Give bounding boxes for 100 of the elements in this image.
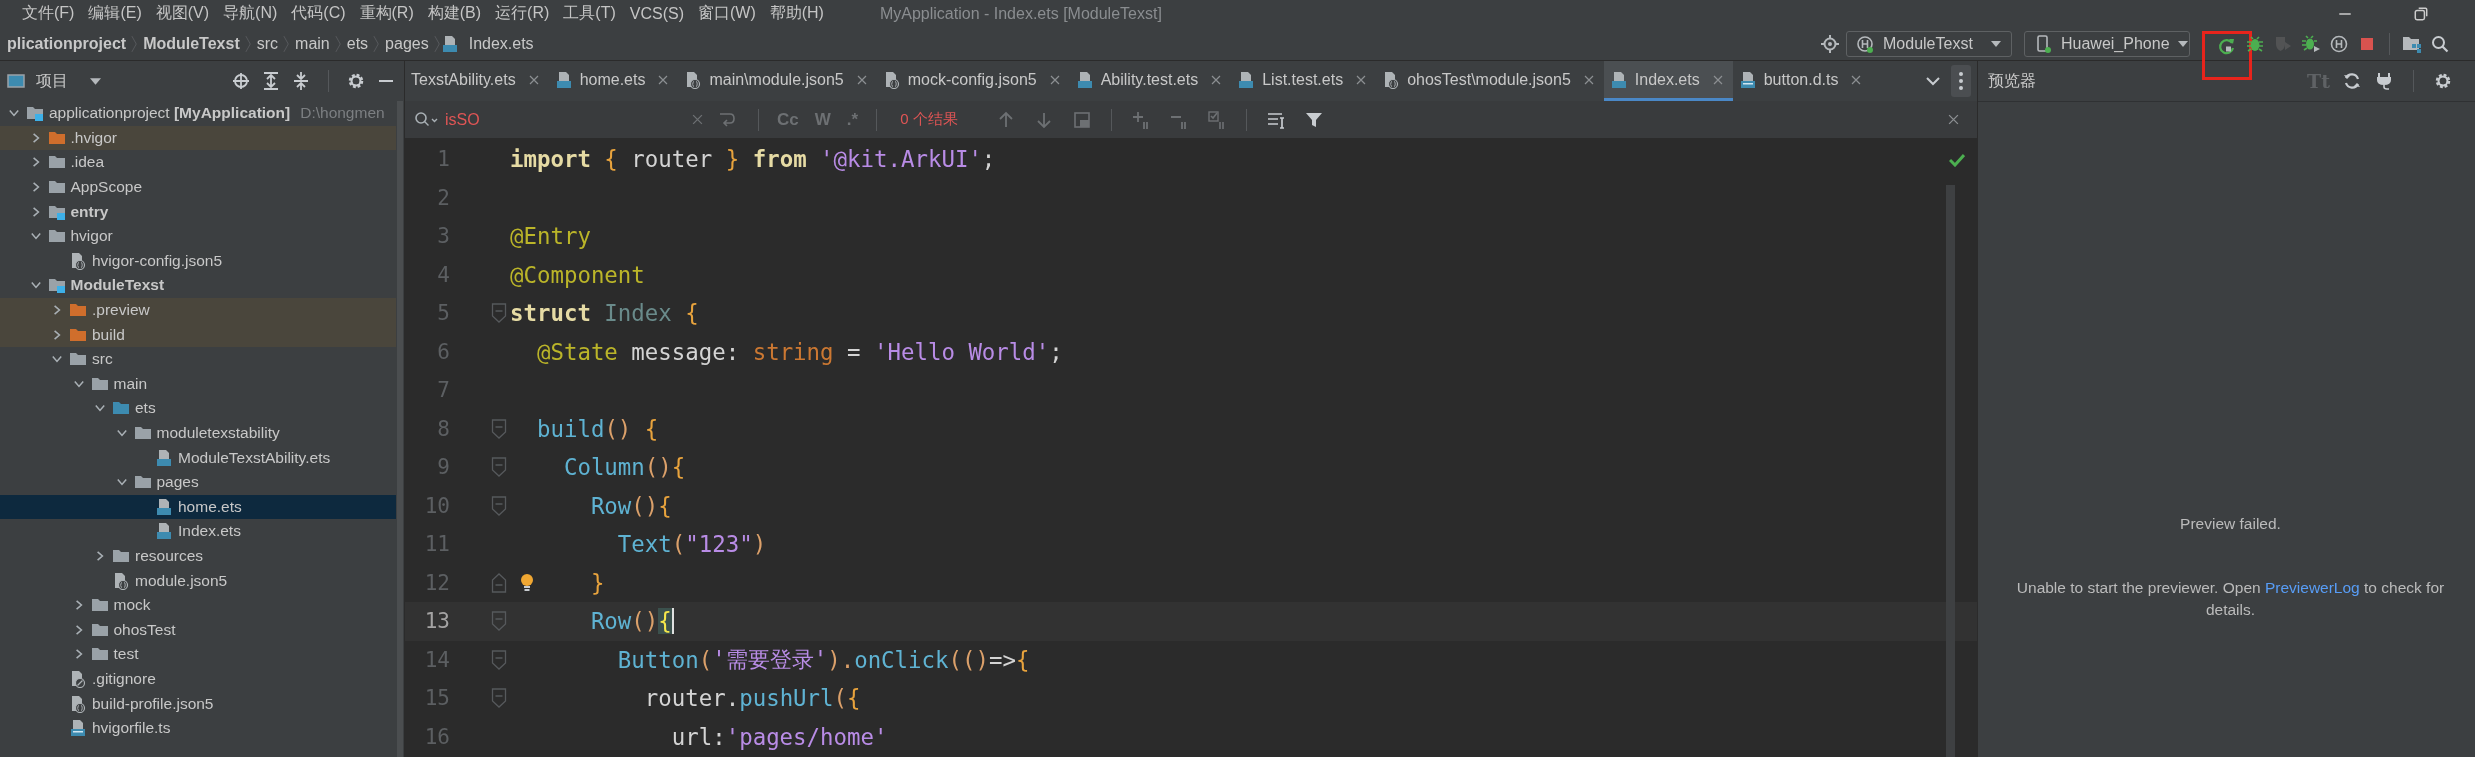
tree-item[interactable]: build — [0, 322, 396, 347]
expand-all-icon[interactable] — [261, 71, 281, 91]
line-number: 13 — [423, 609, 450, 634]
editor-tab[interactable]: List.test.ets — [1231, 61, 1377, 101]
bug-attach-icon[interactable] — [2301, 33, 2321, 54]
tree-item[interactable]: test — [0, 642, 396, 667]
tree-item[interactable]: .preview — [0, 297, 396, 323]
chevron-icon[interactable] — [115, 427, 128, 439]
tree-item[interactable]: ets — [0, 396, 396, 421]
editor-tab[interactable]: Ability.test.ets — [1069, 61, 1232, 101]
ts-file-icon — [1738, 70, 1757, 89]
tree-item[interactable]: main — [0, 371, 396, 397]
breadcrumb-item[interactable]: plicationproject — [2, 34, 132, 53]
restore-icon[interactable] — [2413, 5, 2429, 22]
previewer-log-link[interactable]: PreviewerLog — [2264, 579, 2360, 596]
ets-file-icon — [155, 497, 173, 516]
ets-file-icon — [1609, 70, 1628, 89]
menu-item[interactable]: 帮助(H) — [769, 3, 824, 24]
editor-tab[interactable]: main\module.json5 — [678, 61, 877, 101]
editor-tab[interactable]: mock-config.json5 — [876, 61, 1070, 101]
menu-item[interactable]: 视图(V) — [155, 3, 210, 24]
tree-item[interactable]: home.ets — [0, 494, 396, 520]
breadcrumb-item[interactable]: Index.ets — [463, 34, 539, 53]
settings-icon[interactable] — [346, 71, 366, 91]
breadcrumb-item[interactable]: pages — [380, 34, 434, 53]
tree-item[interactable]: mock — [0, 592, 396, 618]
h-circle-icon[interactable] — [2329, 33, 2349, 54]
tree-item[interactable]: ModuleTexstAbility.ets — [0, 445, 396, 470]
tree-item[interactable]: module.json5 — [0, 568, 396, 593]
panel-title: 预览器 — [1988, 70, 2036, 91]
tree-item[interactable]: hvigor-config.json5 — [0, 248, 396, 274]
editor-tab[interactable]: ohosTest\module.json5 — [1376, 61, 1604, 101]
menu-item[interactable]: VCS(S) — [629, 4, 684, 23]
tree-item[interactable]: build-profile.json5 — [0, 691, 396, 716]
search-icon[interactable] — [2430, 33, 2450, 54]
panel-title[interactable]: 项目 — [36, 70, 68, 92]
close-icon[interactable] — [1211, 74, 1222, 85]
tree-item[interactable]: pages — [0, 469, 396, 495]
bug-icon[interactable] — [2245, 33, 2265, 54]
more-icon[interactable] — [1951, 65, 1971, 97]
editor-tab[interactable]: button.d.ts — [1732, 61, 1872, 101]
rerun-icon[interactable] — [2217, 36, 2237, 57]
editor-tab[interactable]: TexstAbility.ets — [405, 61, 549, 101]
tree-item[interactable]: ohosTest — [0, 617, 396, 643]
chevron-icon[interactable] — [51, 328, 63, 341]
clear-icon[interactable] — [692, 114, 703, 125]
tree-item[interactable]: moduletexstability — [0, 420, 396, 446]
chevron-icon[interactable] — [51, 304, 63, 317]
tree-item[interactable]: hvigor — [0, 223, 396, 249]
close-icon[interactable] — [1948, 114, 1959, 125]
refresh-icon[interactable] — [2342, 71, 2362, 91]
breadcrumb-item[interactable]: main — [290, 34, 335, 53]
tree-item[interactable]: .hvigor — [0, 125, 396, 151]
collapse-all-icon[interactable] — [291, 71, 311, 91]
menu-item[interactable]: 代码(C) — [291, 3, 346, 24]
breadcrumb-item[interactable]: src — [251, 34, 284, 53]
json-file-icon — [69, 251, 87, 270]
target-icon[interactable] — [1820, 33, 1840, 54]
device-dropdown[interactable]: Huawei_Phone — [2024, 30, 2190, 57]
tree-item[interactable]: AppScope — [0, 174, 396, 200]
menu-item[interactable]: 文件(F) — [22, 3, 75, 24]
close-icon[interactable] — [658, 74, 669, 85]
tree-item[interactable]: resources — [0, 543, 396, 569]
tree-item[interactable]: Index.ets — [0, 519, 396, 544]
target-icon[interactable] — [231, 71, 251, 91]
chevron-icon — [283, 33, 291, 54]
tree-item[interactable]: applicationproject [MyApplication] D:\hongmen — [0, 101, 396, 126]
menu-item[interactable]: 编辑(E) — [88, 3, 142, 24]
close-icon[interactable] — [1049, 74, 1060, 85]
editor-tab[interactable]: home.ets — [548, 61, 679, 101]
chevron-icon[interactable] — [94, 550, 106, 562]
tree-item[interactable]: entry — [0, 199, 396, 224]
module-dropdown[interactable]: ModuleTexst — [1846, 30, 2012, 57]
tree-item[interactable]: ModuleTexst — [0, 273, 396, 298]
menu-item[interactable]: 运行(R) — [495, 3, 550, 24]
close-icon[interactable] — [1712, 74, 1723, 85]
caret-icon[interactable] — [90, 77, 101, 85]
scrollbar[interactable] — [397, 101, 403, 757]
settings-icon[interactable] — [2433, 71, 2453, 91]
plug-icon[interactable] — [2374, 71, 2394, 91]
menu-item[interactable]: 构建(B) — [427, 3, 482, 24]
tree-item[interactable]: hvigorfile.ts — [0, 715, 396, 741]
tree-item[interactable]: .idea — [0, 150, 396, 175]
select-all-icon[interactable] — [1071, 109, 1092, 130]
tree-item[interactable]: .gitignore — [0, 666, 396, 692]
add-occurrence-icon[interactable] — [1130, 109, 1151, 130]
menu-item[interactable]: 导航(N) — [223, 3, 278, 24]
close-icon[interactable] — [1356, 74, 1367, 85]
close-icon[interactable] — [528, 74, 539, 85]
menu-item[interactable]: 工具(T) — [563, 3, 616, 24]
close-icon[interactable] — [1851, 74, 1862, 85]
editor-tab[interactable]: Index.ets — [1603, 61, 1733, 101]
close-icon[interactable] — [856, 74, 867, 85]
lightbulb-icon[interactable] — [520, 572, 534, 593]
breadcrumb-item[interactable]: ets — [341, 34, 374, 53]
close-icon[interactable] — [1583, 74, 1594, 85]
breadcrumb-item[interactable]: ModuleTexst — [138, 34, 245, 53]
tree-item[interactable]: src — [0, 346, 396, 372]
menu-item[interactable]: 窗口(W) — [697, 3, 756, 24]
menu-item[interactable]: 重构(R) — [359, 3, 414, 24]
